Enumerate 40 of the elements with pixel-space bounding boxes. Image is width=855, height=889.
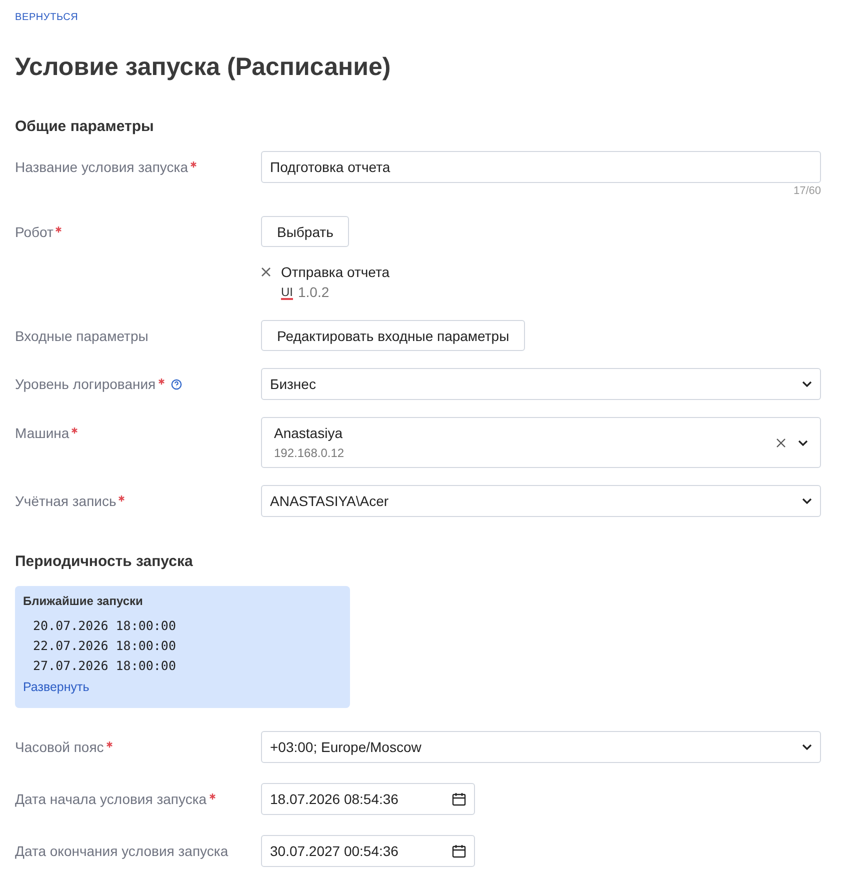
select-field[interactable]: ANASTASIYA\Acer <box>261 485 821 517</box>
help-icon[interactable] <box>170 379 182 390</box>
run-time: 20.07.2026 18:00:00 <box>32 617 177 635</box>
edit-parameters-button[interactable]: Редактировать входные параметры <box>261 320 526 351</box>
field-label: Дата окончания условия запуска <box>15 844 228 858</box>
section-heading: Периодичность запуска <box>15 552 194 572</box>
page-title: Условие запуска (Расписание) <box>15 52 392 82</box>
chevron-down-icon[interactable] <box>802 381 812 387</box>
field-label: Название условия запуска <box>15 160 188 174</box>
field-label: Машина <box>15 426 70 440</box>
expand-link[interactable]: Развернуть <box>23 680 90 694</box>
section-heading: Общие параметры <box>15 117 155 137</box>
character-counter: 17/60 <box>792 185 821 197</box>
select-field[interactable]: Бизнес <box>261 368 821 400</box>
date-field[interactable]: 18.07.2026 08:54:36 <box>261 783 475 815</box>
field-label: Робот <box>15 225 54 239</box>
field-label: Часовой пояс <box>15 740 104 754</box>
chevron-down-icon[interactable] <box>802 744 812 750</box>
chevron-down-icon[interactable] <box>798 440 808 446</box>
field-label: Учётная запись <box>15 494 116 508</box>
select-field[interactable]: Anastasiya 192.168.0.12 <box>261 417 821 468</box>
select-button[interactable]: Выбрать <box>261 216 350 247</box>
robot-version: 1.0.2 <box>298 283 330 302</box>
run-time: 27.07.2026 18:00:00 <box>32 657 177 675</box>
field-label: Уровень логирования <box>15 377 156 391</box>
clear-icon[interactable] <box>776 438 786 448</box>
run-time: 22.07.2026 18:00:00 <box>32 637 177 655</box>
robot-type-label: UI <box>281 284 293 300</box>
field-label: Дата начала условия запуска <box>15 792 207 806</box>
select-field[interactable]: +03:00; Europe/Moscow <box>261 731 821 763</box>
field-label: Входные параметры <box>15 329 148 343</box>
back-link[interactable]: ВЕРНУТЬСЯ <box>15 12 78 23</box>
calendar-icon[interactable] <box>452 844 466 858</box>
close-icon[interactable] <box>261 267 271 277</box>
chevron-down-icon[interactable] <box>802 498 812 504</box>
date-field[interactable]: 30.07.2027 00:54:36 <box>261 835 475 867</box>
panel-title: Ближайшие запуски <box>23 594 144 608</box>
robot-name: Отправка отчета <box>281 263 390 281</box>
calendar-icon[interactable] <box>452 792 466 806</box>
name-input-field[interactable]: Подготовка отчета <box>261 151 821 183</box>
